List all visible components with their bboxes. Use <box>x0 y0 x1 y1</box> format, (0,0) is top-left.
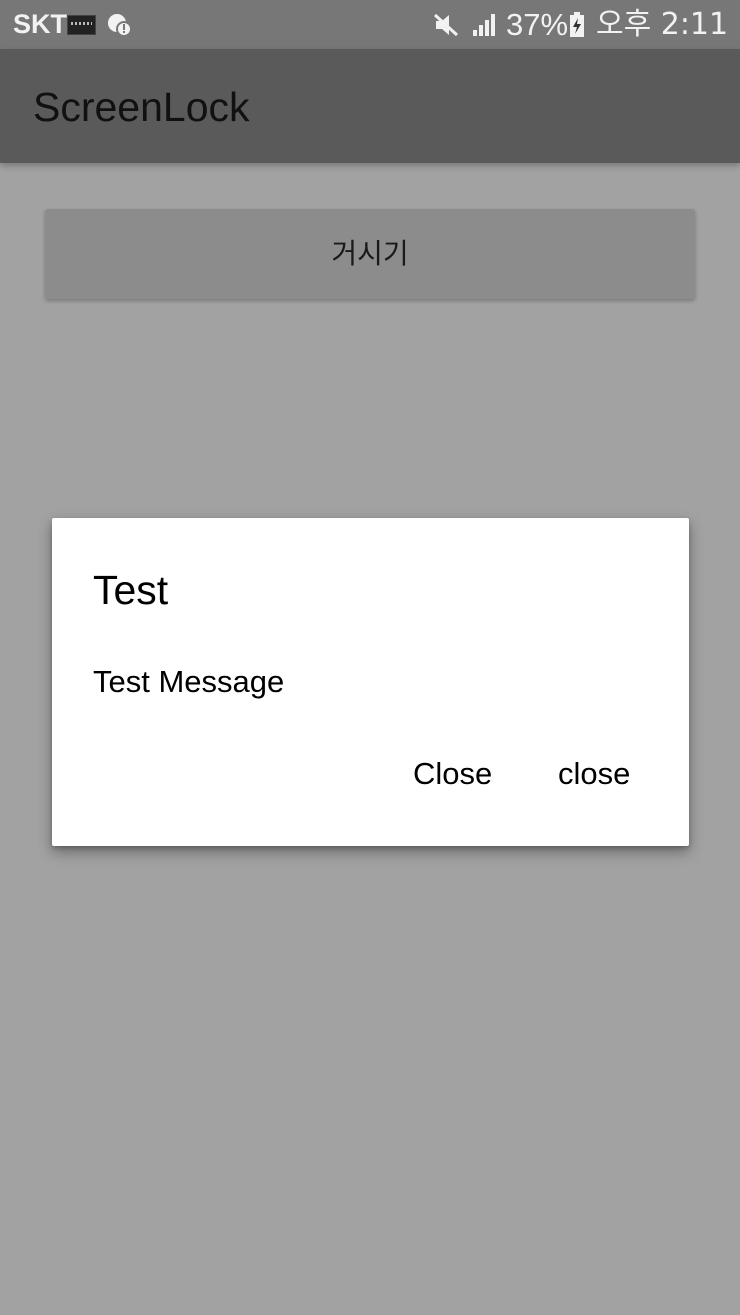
alert-dialog: Test Test Message Close close <box>52 518 689 846</box>
sim-card-icon <box>67 15 96 35</box>
status-bar: SKT 37% 오후 2:11 <box>0 0 740 49</box>
dialog-title: Test <box>93 567 169 613</box>
battery-percent: 37% <box>506 7 569 42</box>
dialog-close-button[interactable]: Close <box>413 754 492 794</box>
battery-charging-icon <box>569 12 585 42</box>
signal-icon <box>472 13 498 41</box>
mute-icon <box>432 12 460 42</box>
app-bar: ScreenLock <box>0 49 740 163</box>
clock: 오후 2:11 <box>596 7 729 42</box>
dialog-message: Test Message <box>93 664 285 699</box>
main-action-button[interactable]: 거시기 <box>45 209 695 299</box>
dialog-close-secondary-button[interactable]: close <box>558 754 630 794</box>
app-title: ScreenLock <box>33 84 250 130</box>
alert-icon <box>106 12 132 42</box>
screen: SKT 37% 오후 2:11 ScreenLock 거시기 Test Test… <box>0 0 740 1315</box>
carrier-label: SKT <box>13 9 67 39</box>
